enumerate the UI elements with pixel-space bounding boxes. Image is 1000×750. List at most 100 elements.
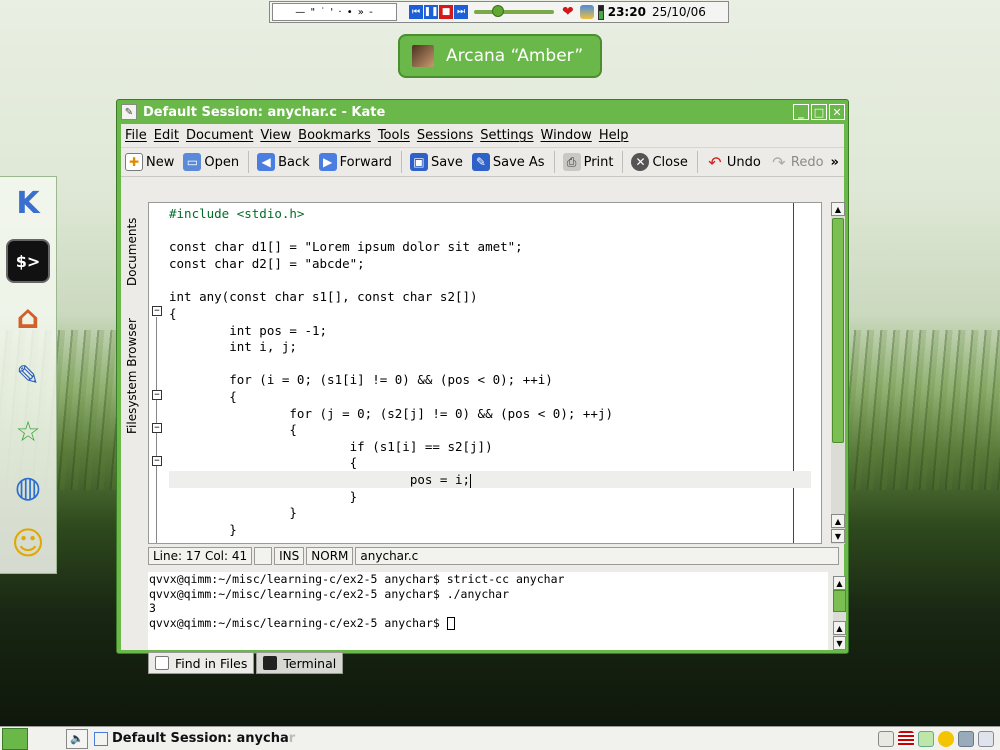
notes-icon[interactable] xyxy=(918,730,934,747)
maximize-button[interactable]: □ xyxy=(811,104,827,120)
terminal-panel[interactable]: qvvx@qimm:~/misc/learning-c/ex2-5 anycha… xyxy=(148,572,828,650)
menu-edit[interactable]: Edit xyxy=(154,128,179,143)
save-disk-icon: ▣ xyxy=(409,153,428,171)
fold-marker[interactable]: − xyxy=(152,306,162,316)
toolbar-overflow-button[interactable]: » xyxy=(831,155,839,170)
network-icon[interactable] xyxy=(958,730,974,747)
heart-icon[interactable]: ❤ xyxy=(562,4,574,20)
pause-icon[interactable]: ❚❚ xyxy=(423,5,439,19)
kate-app-icon[interactable]: ✎ xyxy=(121,104,137,120)
tray-app-icon[interactable] xyxy=(579,5,594,19)
code-line: const char d1[] = "Lorem ipsum dolor sit… xyxy=(169,238,811,255)
redo-label: Redo xyxy=(790,154,824,170)
save-button[interactable]: ▣ Save xyxy=(409,153,463,171)
speaker-icon[interactable] xyxy=(978,730,994,747)
web-browser-icon[interactable]: ◍ xyxy=(6,465,50,509)
undo-button[interactable]: ↶ Undo xyxy=(706,152,761,172)
selection-mode[interactable]: NORM xyxy=(306,547,354,565)
new-button[interactable]: ✚ New xyxy=(125,153,174,171)
chat-icon[interactable]: ☺ xyxy=(6,521,50,565)
terminal-scrollbar-thumb[interactable] xyxy=(833,590,846,612)
modified-indicator xyxy=(254,547,273,565)
menu-settings[interactable]: Settings xyxy=(480,128,533,143)
save-label: Save xyxy=(430,154,463,170)
side-tab-bar: Documents Filesystem Browser xyxy=(121,202,143,450)
redo-button[interactable]: ↷ Redo xyxy=(770,153,824,172)
kde-menu-icon[interactable]: K xyxy=(6,181,50,225)
messenger-icon[interactable] xyxy=(938,730,954,747)
tab-terminal[interactable]: Terminal xyxy=(256,652,344,674)
menu-window[interactable]: Window xyxy=(541,128,592,143)
save-as-label: Save As xyxy=(492,154,545,170)
tab-documents[interactable]: Documents xyxy=(123,206,141,298)
save-as-button[interactable]: ✎ Save As xyxy=(471,153,545,171)
print-button[interactable]: ⎙ Print xyxy=(562,153,614,171)
klipper-icon[interactable] xyxy=(878,730,894,747)
code-text: const char d1[] = "Lorem ipsum dolor sit… xyxy=(169,239,523,254)
menu-file[interactable]: File xyxy=(125,128,147,143)
seek-knob[interactable] xyxy=(492,5,504,17)
kate-editor-icon[interactable]: ✎ xyxy=(6,353,50,397)
open-button[interactable]: ▭ Open xyxy=(183,153,239,171)
desktop-pager[interactable]: — " ˙ ' · • » - xyxy=(272,3,397,21)
code-line: if (s1[i] == s2[j]) xyxy=(169,438,811,455)
undo-arrow-icon: ↶ xyxy=(708,152,722,172)
code-text: for (j = 0; (s2[j] != 0) && (pos < 0); +… xyxy=(169,406,614,421)
scroll-down-button[interactable]: ▼ xyxy=(831,529,845,543)
scroll-up-button[interactable]: ▲ xyxy=(833,621,846,635)
menu-view[interactable]: View xyxy=(260,128,291,143)
minimize-button[interactable]: _ xyxy=(793,104,809,120)
scrollbar-thumb[interactable] xyxy=(832,218,844,443)
kate-window: ✎ Default Session: anychar.c - Kate _ □ … xyxy=(116,99,849,674)
terminal-line: 3 xyxy=(149,601,156,615)
menu-tools[interactable]: Tools xyxy=(378,128,410,143)
seek-slider[interactable] xyxy=(474,5,554,17)
taskbar-item-kate[interactable]: Default Session: anycha r xyxy=(94,731,295,746)
scroll-up-button[interactable]: ▲ xyxy=(831,202,845,216)
toolbar-separator xyxy=(696,151,698,173)
code-text: } xyxy=(169,505,297,520)
scroll-up-button[interactable]: ▲ xyxy=(831,514,845,528)
top-panel: — " ˙ ' · • » - ⏮ ❚❚ ■ ⏭ ❤ 23:20 25/10/0… xyxy=(269,1,729,23)
toolbar-separator xyxy=(622,151,624,173)
terminal-cursor xyxy=(446,616,455,630)
scroll-down-button[interactable]: ▼ xyxy=(833,636,846,650)
code-text: #include <stdio.h> xyxy=(169,206,305,221)
flag-icon[interactable] xyxy=(898,730,914,747)
fold-marker[interactable]: − xyxy=(152,423,162,433)
editor-scrollbar[interactable]: ▲ ▲ ▼ xyxy=(831,202,845,544)
bottom-tab-bar: Find in Files Terminal xyxy=(148,652,828,674)
close-document-button[interactable]: ✕ Close xyxy=(631,153,688,171)
start-menu-button[interactable] xyxy=(2,727,28,750)
terminal-icon[interactable]: $> xyxy=(6,239,50,283)
tab-find-in-files[interactable]: Find in Files xyxy=(148,652,255,674)
menu-bookmarks[interactable]: Bookmarks xyxy=(298,128,371,143)
close-window-button[interactable]: ✕ xyxy=(829,104,845,120)
code-editor[interactable]: − − − − #include <stdio.h> const char d1… xyxy=(148,202,822,544)
tab-filesystem-browser[interactable]: Filesystem Browser xyxy=(123,306,141,446)
fold-marker[interactable]: − xyxy=(152,390,162,400)
menu-sessions[interactable]: Sessions xyxy=(417,128,473,143)
next-track-icon[interactable]: ⏭ xyxy=(454,5,468,19)
forward-button[interactable]: ▶ Forward xyxy=(318,153,392,171)
clock-date[interactable]: 25/10/06 xyxy=(652,5,706,19)
volume-icon[interactable]: 🔈 xyxy=(66,728,88,749)
scroll-up-button[interactable]: ▲ xyxy=(833,576,846,590)
terminal-scrollbar[interactable]: ▲ ▲ ▼ xyxy=(833,576,846,650)
print-label: Print xyxy=(583,154,614,170)
fold-marker[interactable]: − xyxy=(152,456,162,466)
insert-mode[interactable]: INS xyxy=(274,547,305,565)
favorites-icon[interactable]: ☆ xyxy=(6,409,50,453)
window-titlebar[interactable]: ✎ Default Session: anychar.c - Kate _ □ … xyxy=(117,100,848,124)
stop-icon[interactable]: ■ xyxy=(439,5,453,19)
code-line: } xyxy=(169,521,811,538)
menu-document[interactable]: Document xyxy=(186,128,253,143)
home-icon[interactable]: ⌂ xyxy=(6,295,50,339)
menu-help[interactable]: Help xyxy=(599,128,629,143)
back-button[interactable]: ◀ Back xyxy=(257,153,310,171)
clock-time[interactable]: 23:20 xyxy=(608,5,646,19)
code-line: #include <stdio.h> xyxy=(169,205,811,222)
code-text: for (i = 0; (s1[i] != 0) && (pos < 0); +… xyxy=(169,372,553,387)
previous-track-icon[interactable]: ⏮ xyxy=(409,5,423,19)
